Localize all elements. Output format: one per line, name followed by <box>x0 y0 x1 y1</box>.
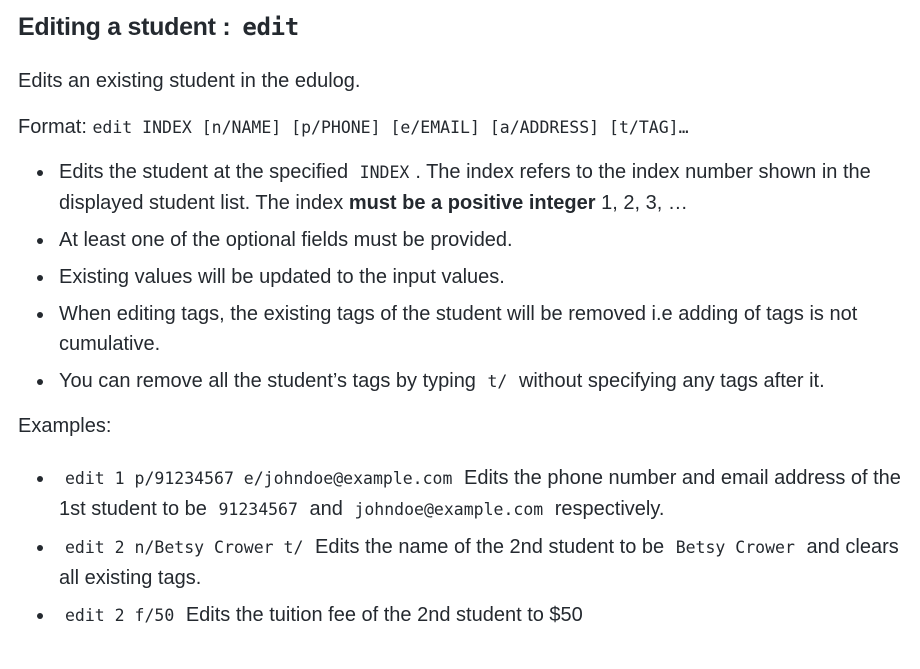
example-text: Edits the name of the 2nd student to be <box>314 536 665 558</box>
document-section: Editing a student : edit Edits an existin… <box>0 0 920 631</box>
examples-label: Examples: <box>18 415 112 437</box>
heading-command-code: edit <box>242 13 299 41</box>
details-list: Edits the student at the specified INDEX… <box>18 157 902 397</box>
example-value-code: 91234567 <box>218 500 298 519</box>
detail-text: At least one of the optional fields must… <box>59 229 513 251</box>
example-command-code: edit 2 n/Betsy Crower t/ <box>65 538 304 557</box>
examples-list: edit 1 p/91234567 e/johndoe@example.com … <box>18 463 902 631</box>
list-item: edit 2 n/Betsy Crower t/ Edits the name … <box>37 532 902 593</box>
format-code: edit INDEX [n/NAME] [p/PHONE] [e/EMAIL] … <box>92 118 689 137</box>
detail-text: When editing tags, the existing tags of … <box>59 303 858 355</box>
example-command-code: edit 1 p/91234567 e/johndoe@example.com <box>65 469 453 488</box>
detail-text: without specifying any tags after it. <box>518 370 825 392</box>
section-heading: Editing a student : edit <box>18 8 902 48</box>
list-item: At least one of the optional fields must… <box>37 225 902 255</box>
emphasis-text: must be a positive integer <box>348 192 596 214</box>
detail-text: Existing values will be updated to the i… <box>59 266 505 288</box>
detail-text: 1, 2, 3, … <box>601 192 688 214</box>
example-value-code: Betsy Crower <box>675 538 795 557</box>
list-item: edit 1 p/91234567 e/johndoe@example.com … <box>37 463 902 525</box>
example-command-code: edit 2 f/50 <box>65 606 175 625</box>
heading-text: Editing a student : <box>18 13 231 41</box>
intro-text: Edits an existing student in the edulog. <box>18 70 361 92</box>
example-text: respectively. <box>554 498 665 520</box>
tag-clear-code: t/ <box>487 372 508 391</box>
detail-text: Edits the student at the specified <box>59 161 349 183</box>
list-item: Existing values will be updated to the i… <box>37 262 902 292</box>
example-text: and <box>309 498 343 520</box>
index-code: INDEX <box>359 163 410 182</box>
list-item: edit 2 f/50 Edits the tuition fee of the… <box>37 600 902 631</box>
example-value-code: johndoe@example.com <box>354 500 544 519</box>
list-item: When editing tags, the existing tags of … <box>37 299 902 359</box>
detail-text: You can remove all the student’s tags by… <box>59 370 476 392</box>
format-line: Format: edit INDEX [n/NAME] [p/PHONE] [e… <box>18 112 902 143</box>
format-label: Format: <box>18 116 87 138</box>
list-item: Edits the student at the specified INDEX… <box>37 157 902 218</box>
list-item: You can remove all the student’s tags by… <box>37 366 902 397</box>
example-text: Edits the tuition fee of the 2nd student… <box>185 604 583 626</box>
